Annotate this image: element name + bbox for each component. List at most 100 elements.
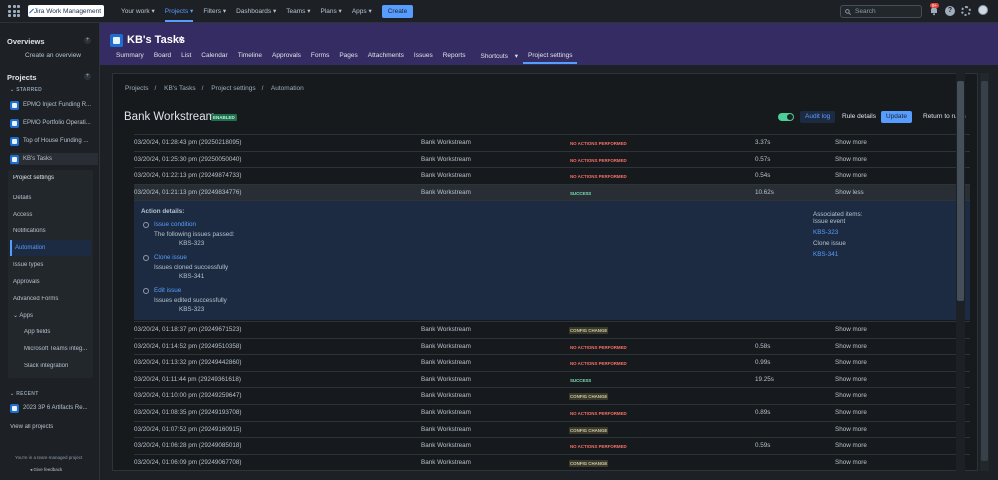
nav-projects[interactable]: Projects ▾: [160, 7, 199, 15]
nav-your-work[interactable]: Your work ▾: [116, 7, 160, 15]
logo-text: Jira Work Management: [33, 7, 101, 15]
tab-forms[interactable]: Forms: [306, 52, 334, 64]
row-duration: 19.25s: [755, 375, 774, 383]
row-rule: Bank Workstream: [421, 172, 471, 180]
show-more-button[interactable]: Show more: [835, 409, 867, 416]
show-more-button[interactable]: Show more: [835, 326, 867, 333]
breadcrumb-project[interactable]: KB's Tasks: [164, 85, 195, 92]
table-scrollbar[interactable]: [956, 73, 965, 471]
rule-enabled-toggle[interactable]: [778, 113, 794, 121]
panel-item-issue-types[interactable]: Issue types: [13, 262, 91, 268]
row-duration: 10.62s: [755, 189, 774, 196]
tab-approvals[interactable]: Approvals: [267, 52, 306, 64]
panel-item-details[interactable]: Details: [13, 195, 91, 201]
row-rule: Bank Workstream: [421, 409, 471, 416]
breadcrumb-automation[interactable]: Automation: [271, 85, 304, 92]
panel-item-notifications[interactable]: Notifications: [13, 228, 91, 234]
rule-details-button[interactable]: Rule details: [837, 111, 881, 123]
show-more-button[interactable]: Show more: [835, 359, 867, 366]
panel-item-automation[interactable]: Automation: [10, 240, 91, 256]
status-badge: NO ACTIONS PERFORMED: [570, 157, 627, 163]
tab-pages[interactable]: Pages: [334, 52, 362, 64]
tab-timeline[interactable]: Timeline: [233, 52, 267, 64]
add-overview-icon[interactable]: +: [84, 37, 91, 44]
tab-summary[interactable]: Summary: [111, 52, 149, 64]
row-rule: Bank Workstream: [421, 189, 471, 196]
panel-item-slack[interactable]: Slack integration: [24, 363, 90, 369]
edit-issue-key: KBS-323: [179, 306, 205, 313]
page-scrollbar[interactable]: [980, 73, 989, 471]
nav-plans[interactable]: Plans ▾: [315, 7, 346, 15]
tab-board[interactable]: Board: [149, 52, 176, 64]
associated-issue-link-1[interactable]: KBS-323: [813, 229, 838, 236]
project-icon: [10, 136, 19, 146]
give-feedback-link[interactable]: ◂ Give feedback: [30, 467, 62, 473]
panel-header[interactable]: Project settings: [13, 175, 91, 181]
tab-attachments[interactable]: Attachments: [363, 52, 409, 64]
show-more-button[interactable]: Show more: [835, 376, 867, 383]
app-switcher-icon[interactable]: [7, 4, 21, 18]
table-row: 03/20/24, 01:06:28 pm (29249085018) Bank…: [134, 437, 970, 453]
jira-logo[interactable]: Jira Work Management: [28, 5, 104, 17]
show-more-button[interactable]: Show more: [835, 426, 867, 433]
panel-item-approvals[interactable]: Approvals: [13, 279, 91, 285]
audit-log-button[interactable]: Audit log: [800, 111, 836, 123]
panel-item-apps[interactable]: ⌄ Apps: [13, 312, 91, 319]
team-managed-note: You're in a team-managed project: [15, 455, 83, 460]
project-title: KB's Tasks: [127, 34, 186, 46]
nav-apps[interactable]: Apps ▾: [347, 7, 377, 15]
project-icon: [10, 154, 19, 164]
scrollbar-thumb[interactable]: [981, 81, 988, 461]
show-more-button[interactable]: Show more: [835, 156, 867, 163]
tab-issues[interactable]: Issues: [409, 52, 438, 64]
help-icon[interactable]: ?: [945, 6, 955, 16]
tab-calendar[interactable]: Calendar: [196, 52, 232, 64]
table-row: 03/20/24, 01:10:00 pm (29249259647) Bank…: [134, 387, 970, 403]
starred-project-2[interactable]: EPMO Portfolio Operati...: [10, 117, 98, 129]
panel-item-access[interactable]: Access: [13, 212, 91, 218]
tab-list[interactable]: List: [176, 52, 196, 64]
search-input[interactable]: Search: [840, 5, 922, 18]
show-more-button[interactable]: Show more: [835, 343, 867, 350]
add-project-icon[interactable]: +: [84, 73, 91, 80]
table-row: 03/20/24, 01:22:13 pm (29249874733) Bank…: [134, 167, 970, 183]
row-rule: Bank Workstream: [421, 375, 471, 383]
user-avatar[interactable]: [978, 5, 988, 15]
panel-item-advanced-forms[interactable]: Advanced Forms: [13, 296, 91, 302]
breadcrumb-projects[interactable]: Projects: [125, 85, 148, 92]
show-more-button[interactable]: Show more: [835, 172, 867, 179]
table-row: 03/20/24, 01:06:09 pm (29249067708) Bank…: [134, 453, 970, 470]
breadcrumb-settings[interactable]: Project settings: [211, 85, 255, 92]
nav-teams[interactable]: Teams ▾: [281, 7, 315, 15]
create-button[interactable]: Create: [381, 4, 414, 18]
show-more-button[interactable]: Show more: [835, 442, 867, 449]
associated-issue-link-2[interactable]: KBS-341: [813, 251, 838, 258]
show-less-button[interactable]: Show less: [835, 189, 864, 196]
update-button[interactable]: Update: [881, 111, 912, 123]
overviews-heading: Overviews: [7, 37, 45, 46]
bug-icon[interactable]: ✲: [178, 35, 185, 44]
recent-project-1[interactable]: 2023 3P 6 Artifacts Re...: [10, 402, 98, 414]
project-icon: [10, 403, 19, 413]
settings-gear-icon[interactable]: [961, 6, 971, 16]
starred-project-1[interactable]: EPMO Inject Funding R...: [10, 99, 98, 111]
edit-issue-text: Issues edited successfully: [154, 297, 227, 304]
panel-item-app-fields[interactable]: App fields: [24, 329, 90, 335]
project-tabs: Summary Board List Calendar Timeline App…: [111, 52, 578, 64]
scrollbar-thumb[interactable]: [957, 81, 964, 301]
panel-item-microsoft-teams[interactable]: Microsoft Teams integ...: [24, 346, 90, 352]
starred-project-3[interactable]: Top of House Funding ...: [10, 135, 98, 147]
show-more-button[interactable]: Show more: [835, 139, 867, 146]
table-row-expanded: 03/20/24, 01:21:13 pm (29249834776) Bank…: [134, 184, 970, 200]
tab-reports[interactable]: Reports: [438, 52, 471, 64]
tab-project-settings[interactable]: Project settings: [523, 52, 578, 64]
nav-filters[interactable]: Filters ▾: [198, 7, 231, 15]
view-all-projects-link[interactable]: View all projects: [10, 424, 53, 430]
nav-dashboards[interactable]: Dashboards ▾: [231, 7, 281, 15]
starred-project-4[interactable]: KB's Tasks: [10, 153, 98, 165]
tab-shortcuts[interactable]: Shortcuts ▾: [470, 52, 523, 64]
show-more-button[interactable]: Show more: [835, 392, 867, 399]
status-badge: SUCCESS: [570, 377, 592, 383]
show-more-button[interactable]: Show more: [835, 459, 867, 466]
create-overview-link[interactable]: Create an overview: [25, 52, 81, 59]
